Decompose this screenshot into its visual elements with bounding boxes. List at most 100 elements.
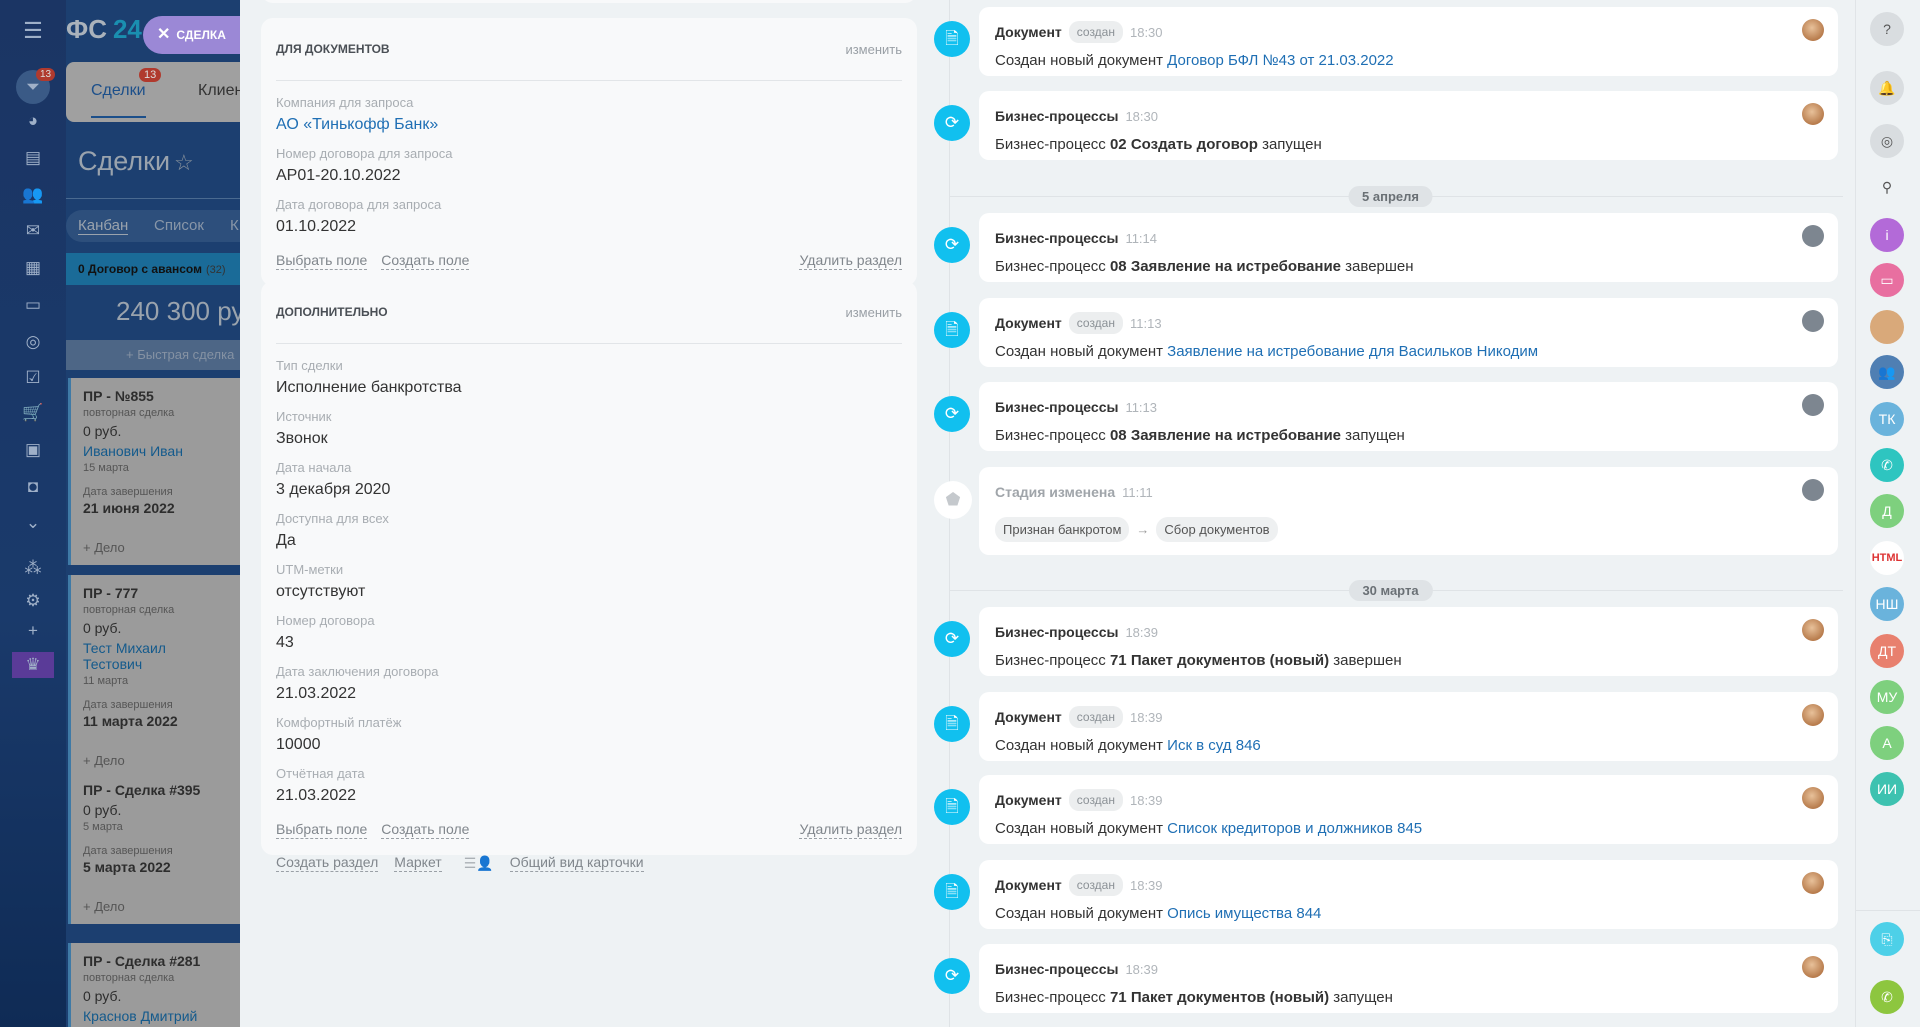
bell-icon[interactable]: 🔔 — [1870, 71, 1904, 105]
delete-section-link[interactable]: Удалить раздел — [799, 252, 902, 270]
create-section-link[interactable]: Создать раздел — [276, 854, 379, 872]
document-link[interactable]: Заявление на истребование для Васильков … — [1167, 343, 1538, 360]
section-edit-link[interactable]: изменить — [845, 42, 902, 57]
delete-section-link[interactable]: Удалить раздел — [799, 821, 902, 839]
market-link[interactable]: Маркет — [394, 854, 442, 872]
call-icon[interactable]: ✆ — [1870, 980, 1904, 1014]
deal-title[interactable]: ПР - Сделка #395 — [83, 782, 228, 798]
avatar[interactable] — [1802, 619, 1824, 641]
contact-avatar[interactable]: ИИ — [1870, 772, 1904, 806]
calendar-icon[interactable]: ▤ — [20, 145, 46, 171]
tab-0[interactable]: Сделки 13 — [91, 68, 162, 118]
field-value[interactable]: АО «Тинькофф Банк» — [276, 116, 902, 134]
item-time: 11:13 — [1129, 315, 1162, 331]
sitemap-icon[interactable]: ⁂ — [20, 555, 46, 581]
deal-contact[interactable]: Иванович Иван — [83, 443, 228, 459]
chat-icon[interactable]: ◎ — [1870, 124, 1904, 158]
gear-icon[interactable]: ⚙ — [20, 588, 46, 614]
contact-avatar[interactable]: ТК — [1870, 402, 1904, 436]
document-link[interactable]: Опись имущества 844 — [1167, 905, 1321, 922]
plus-icon[interactable]: + — [20, 618, 46, 644]
task-icon[interactable]: ☑ — [20, 365, 46, 391]
create-field-link[interactable]: Создать поле — [381, 821, 470, 839]
message-icon[interactable]: ▭ — [1870, 263, 1904, 297]
contact-avatar[interactable]: МУ — [1870, 680, 1904, 714]
contact-avatar[interactable]: Д — [1870, 494, 1904, 528]
deal-title[interactable]: ПР - 777 — [83, 585, 228, 601]
view-1[interactable]: Список — [154, 217, 204, 234]
users-icon[interactable]: 👥 — [20, 182, 46, 208]
help-icon[interactable]: ? — [1870, 12, 1904, 46]
avatar[interactable] — [1802, 872, 1824, 894]
kanban-column-header[interactable]: 0 Договор с авансом (32) — [66, 253, 240, 285]
select-field-link[interactable]: Выбрать поле — [276, 252, 368, 270]
process-name: 08 Заявление на истребование — [1109, 258, 1342, 275]
select-field-link[interactable]: Выбрать поле — [276, 821, 368, 839]
quick-deal-button[interactable]: + Быстрая сделка — [66, 340, 240, 370]
date-label: 30 марта — [1348, 580, 1433, 601]
document-icon[interactable]: ▦ — [20, 255, 46, 281]
avatar[interactable] — [1802, 479, 1824, 501]
star-icon[interactable]: ☆ — [174, 150, 194, 176]
close-slider-button[interactable]: ✕ СДЕЛКА — [143, 16, 240, 54]
avatar[interactable] — [1802, 19, 1824, 41]
deal-card[interactable]: ПР - 777 повторная сделка 0 руб. Тест Михаи… — [68, 575, 240, 778]
contact-avatar[interactable]: НШ — [1870, 587, 1904, 621]
add-activity[interactable]: + Дело — [83, 540, 228, 555]
avatar[interactable] — [1802, 103, 1824, 125]
mail-icon[interactable]: ✉ — [20, 218, 46, 244]
item-body: Создан новый документ Опись имущества 84… — [995, 905, 1822, 922]
html-studio-icon[interactable]: HTML — [1870, 541, 1904, 575]
add-activity[interactable]: + Дело — [83, 753, 228, 768]
contact-avatar[interactable]: А — [1870, 726, 1904, 760]
team-chat-icon[interactable]: 👥 — [1870, 355, 1904, 389]
target-icon[interactable]: ◎ — [20, 329, 46, 355]
crown-icon[interactable]: ♛ — [12, 652, 54, 678]
add-activity[interactable]: + Дело — [83, 899, 228, 914]
document-link[interactable]: Договор БФЛ №43 от 21.03.2022 — [1167, 52, 1393, 69]
field-label: UTM-метки — [276, 562, 344, 577]
view-2[interactable]: К — [230, 217, 239, 234]
hamburger-icon[interactable]: ☰ — [20, 18, 46, 44]
box-icon[interactable]: ▣ — [20, 437, 46, 463]
close-icon[interactable]: ✕ — [157, 26, 170, 43]
field-label: Дата договора для запроса — [276, 197, 442, 212]
group-photo-icon[interactable] — [1870, 310, 1904, 344]
document-link[interactable]: Список кредиторов и должников 845 — [1167, 820, 1422, 837]
deal-card[interactable]: ПР - №855 повторная сделка 0 руб. Иванович … — [68, 378, 240, 565]
deal-card[interactable]: ПР - Сделка #281 повторная сделка 0 руб. Кр… — [68, 943, 240, 1027]
view-0[interactable]: Канбан — [78, 217, 129, 235]
robot-icon[interactable]: ◘ — [20, 474, 46, 500]
deal-title[interactable]: ПР - №855 — [83, 388, 228, 404]
avatar[interactable] — [1802, 704, 1824, 726]
section-edit-link[interactable]: изменить — [845, 305, 902, 320]
deal-end-date: 11 марта 2022 — [83, 713, 178, 729]
chevron-down-icon[interactable]: ⌄ — [20, 510, 46, 536]
cart-icon[interactable]: 🛒 — [20, 400, 46, 426]
search-icon[interactable]: ⚲ — [1870, 170, 1904, 204]
avatar[interactable] — [1802, 956, 1824, 978]
avatar[interactable] — [1802, 394, 1824, 416]
deal-contact[interactable]: Краснов Дмитрий — [83, 1008, 228, 1024]
avatar[interactable] — [1802, 225, 1824, 247]
item-body: Создан новый документ Договор БФЛ №43 от… — [995, 52, 1822, 69]
deal-card[interactable]: ПР - Сделка #395 0 руб. 5 марта Дата заверш… — [68, 772, 240, 924]
info-icon[interactable]: i — [1870, 218, 1904, 252]
deal-contact[interactable]: Тест Михаил Тестович — [83, 640, 228, 672]
screen-share-icon[interactable]: ⎘ — [1870, 922, 1904, 956]
contact-card-icon[interactable]: ▭ — [20, 292, 46, 318]
phone-icon[interactable]: ✆ — [1870, 448, 1904, 482]
section-0: для документов изменить Компания для запро… — [261, 18, 917, 286]
deal-title[interactable]: ПР - Сделка #281 — [83, 953, 228, 969]
chart-icon[interactable]: ◕ — [20, 108, 46, 134]
tab-1[interactable]: Клиен — [198, 82, 240, 100]
field: Дата договора для запроса 01.10.2022 — [276, 197, 902, 236]
create-field-link[interactable]: Создать поле — [381, 252, 470, 270]
field: Номер договора для запроса АР01-20.10.202… — [276, 146, 902, 185]
avatar[interactable] — [1802, 787, 1824, 809]
common-view-link[interactable]: Общий вид карточки — [509, 854, 644, 872]
contact-avatar[interactable]: ДТ — [1870, 634, 1904, 668]
item-time: 18:39 — [1129, 877, 1163, 893]
avatar[interactable] — [1802, 310, 1824, 332]
document-link[interactable]: Иск в суд 846 — [1167, 737, 1261, 754]
